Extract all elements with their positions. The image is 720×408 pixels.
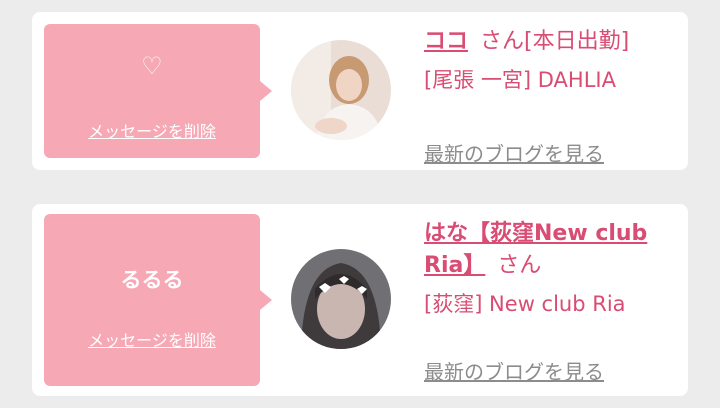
- sender-location: [尾張 一宮] DAHLIA: [424, 68, 616, 92]
- latest-blog-link[interactable]: 最新のブログを見る: [424, 356, 604, 385]
- sender-name-link[interactable]: はな【荻窪New club: [424, 221, 647, 246]
- white-heart-icon: ♡: [141, 52, 163, 80]
- sender-name-link-cont[interactable]: Ria】: [424, 253, 485, 278]
- name-line: Ria】 さん: [424, 250, 680, 282]
- sender-info: ココ さん[本日出勤] [尾張 一宮] DAHLIA: [424, 26, 680, 96]
- sender-info: はな【荻窪New club Ria】 さん [荻窪] New club Ria: [424, 218, 680, 320]
- message-bubble: ♡ メッセージを削除: [44, 24, 272, 158]
- delete-message-link[interactable]: メッセージを削除: [44, 118, 260, 142]
- avatar[interactable]: [291, 40, 391, 140]
- message-card: ♡ メッセージを削除 ココ さん[本日出勤] [尾張 一宮] DAHLIA 最新の…: [32, 12, 688, 170]
- sender-name-link[interactable]: ココ: [424, 29, 468, 54]
- sender-location: [荻窪] New club Ria: [424, 292, 626, 316]
- sender-status: さん[本日出勤]: [480, 29, 630, 54]
- message-text: るるる: [120, 268, 184, 292]
- latest-blog-link[interactable]: 最新のブログを見る: [424, 138, 604, 167]
- name-line: ココ さん[本日出勤]: [424, 26, 680, 58]
- message-card: るるる メッセージを削除 はな【荻窪New club Ria】 さん [荻窪] N…: [32, 204, 688, 396]
- avatar[interactable]: [291, 249, 391, 349]
- message-bubble: るるる メッセージを削除: [44, 214, 272, 386]
- delete-message-link[interactable]: メッセージを削除: [44, 327, 260, 351]
- sender-honorific: さん: [497, 253, 542, 278]
- name-line: はな【荻窪New club: [424, 218, 680, 250]
